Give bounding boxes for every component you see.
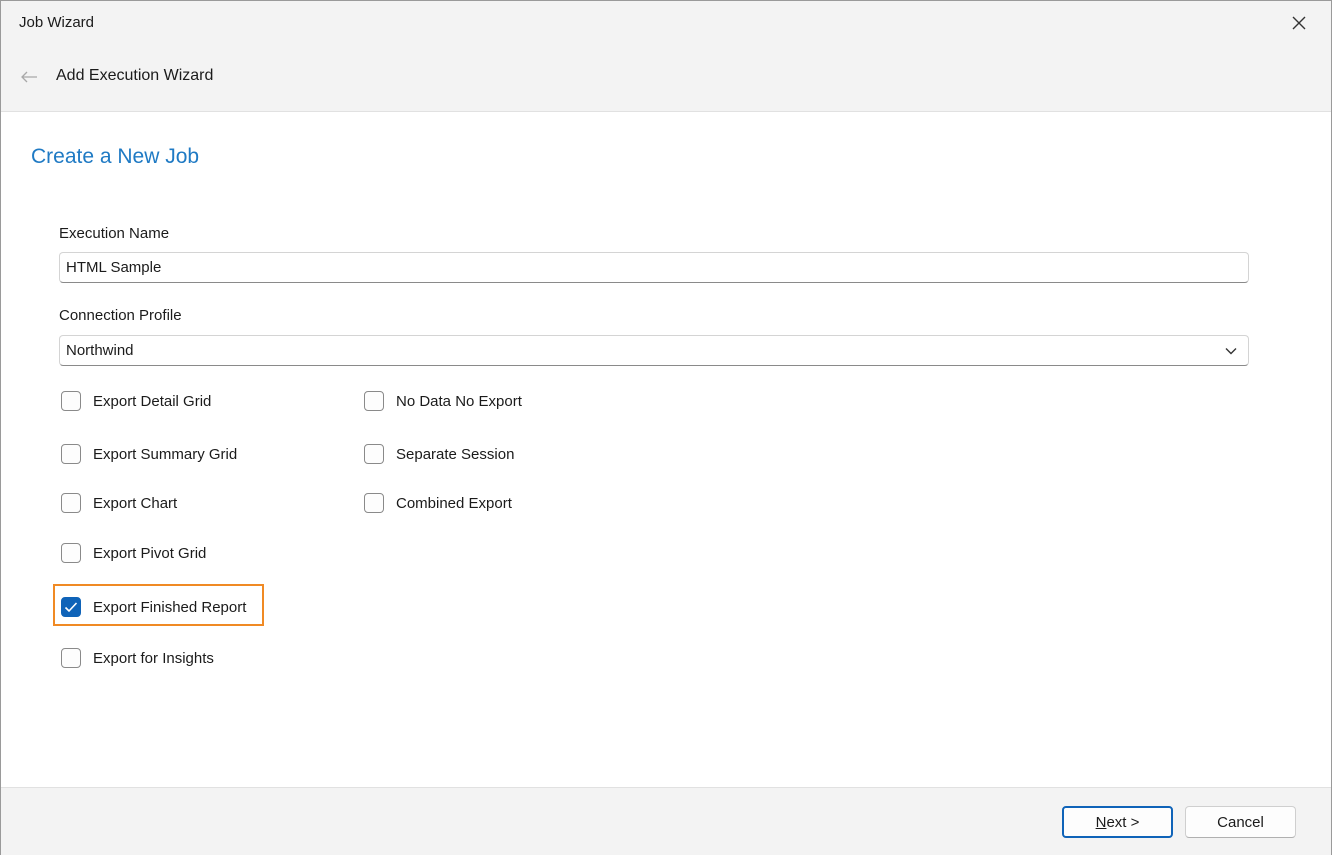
- checkbox-box[interactable]: [61, 391, 81, 411]
- checkbox-label: No Data No Export: [396, 392, 522, 410]
- next-label: ext >: [1106, 813, 1140, 831]
- checkbox-box[interactable]: [61, 648, 81, 668]
- separate-session-checkbox[interactable]: Separate Session: [364, 444, 514, 464]
- chevron-down-icon: [1225, 348, 1237, 355]
- back-arrow-icon: [21, 71, 37, 83]
- export-chart-checkbox[interactable]: Export Chart: [61, 493, 177, 513]
- checkbox-label: Export Finished Report: [93, 598, 247, 616]
- close-button[interactable]: [1285, 9, 1313, 37]
- next-button[interactable]: Next >: [1062, 806, 1173, 838]
- checkbox-label: Export for Insights: [93, 649, 214, 667]
- job-wizard-window: Job Wizard Add Execution Wizard Create a…: [0, 0, 1332, 855]
- checkbox-box[interactable]: [364, 391, 384, 411]
- checkbox-box[interactable]: [61, 493, 81, 513]
- export-detail-grid-checkbox[interactable]: Export Detail Grid: [61, 391, 211, 411]
- connection-profile-label: Connection Profile: [59, 307, 182, 324]
- connection-profile-value: Northwind: [66, 342, 134, 359]
- back-button[interactable]: [15, 64, 43, 90]
- checkbox-box[interactable]: [364, 444, 384, 464]
- checkbox-box[interactable]: [61, 543, 81, 563]
- export-summary-grid-checkbox[interactable]: Export Summary Grid: [61, 444, 237, 464]
- close-icon: [1292, 16, 1306, 30]
- checkbox-box-checked[interactable]: [61, 597, 81, 617]
- execution-name-label: Execution Name: [59, 225, 170, 242]
- checkbox-box[interactable]: [364, 493, 384, 513]
- checkmark-icon: [64, 602, 78, 613]
- export-finished-report-checkbox[interactable]: Export Finished Report: [61, 597, 246, 617]
- cancel-button[interactable]: Cancel: [1185, 806, 1296, 838]
- checkbox-label: Export Pivot Grid: [93, 544, 207, 562]
- footer-bar: Next > Cancel: [1, 787, 1331, 855]
- checkbox-box[interactable]: [61, 444, 81, 464]
- execution-name-input[interactable]: [59, 252, 1249, 283]
- checkbox-label: Export Detail Grid: [93, 392, 212, 410]
- page-heading: Create a New Job: [31, 145, 200, 168]
- wizard-subtitle: Add Execution Wizard: [56, 67, 214, 84]
- export-pivot-grid-checkbox[interactable]: Export Pivot Grid: [61, 543, 206, 563]
- window-title: Job Wizard: [19, 14, 95, 31]
- title-bar: Job Wizard Add Execution Wizard: [1, 1, 1331, 112]
- checkbox-label: Export Summary Grid: [93, 445, 238, 463]
- connection-profile-dropdown[interactable]: Northwind: [59, 335, 1249, 366]
- export-for-insights-checkbox[interactable]: Export for Insights: [61, 648, 214, 668]
- checkbox-label: Combined Export: [396, 494, 512, 512]
- checkbox-label: Export Chart: [93, 494, 178, 512]
- combined-export-checkbox[interactable]: Combined Export: [364, 493, 512, 513]
- next-mnemonic: N: [1095, 813, 1107, 831]
- checkbox-label: Separate Session: [396, 445, 515, 463]
- no-data-no-export-checkbox[interactable]: No Data No Export: [364, 391, 522, 411]
